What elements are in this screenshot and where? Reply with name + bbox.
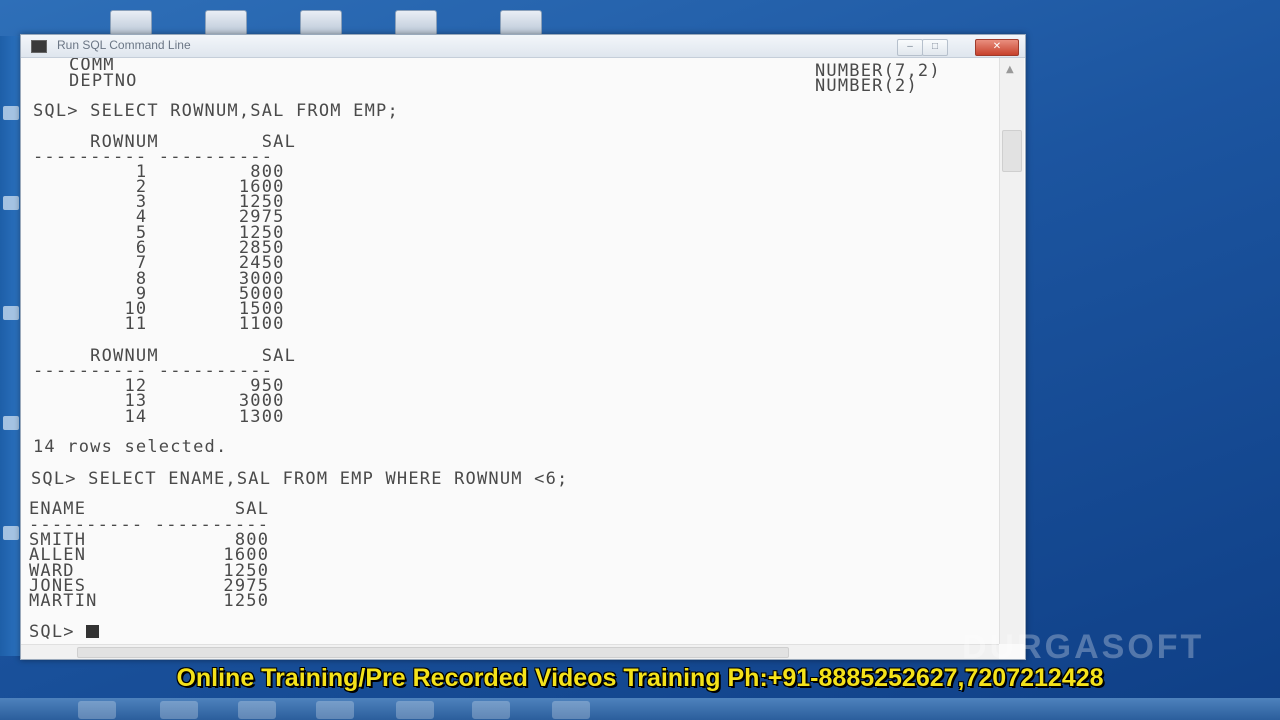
sql-prompt: SQL>: [29, 622, 87, 642]
taskbar-app-icon[interactable]: [316, 701, 354, 719]
console-output[interactable]: COMM DEPTNO NUMBER(7,2) NUMBER(2) SQL> SELEC…: [21, 58, 999, 644]
desktop-shortcut-icon[interactable]: [3, 106, 19, 120]
desktop-shortcut-icon[interactable]: [110, 10, 152, 36]
vertical-scrollbar[interactable]: ▲: [999, 58, 1024, 644]
taskbar-chrome-icon[interactable]: [78, 701, 116, 719]
desktop-shortcut-icon[interactable]: [205, 10, 247, 36]
horizontal-scroll-thumb[interactable]: [77, 647, 789, 658]
taskbar: [0, 698, 1280, 720]
window-title: Run SQL Command Line: [57, 38, 191, 52]
sql-command-window[interactable]: Run SQL Command Line – □ ✕ COMM DEPTNO NUM…: [20, 34, 1026, 660]
desktop-left-strip: [0, 36, 22, 656]
desktop-shortcut-icon[interactable]: [500, 10, 542, 36]
taskbar-explorer-icon[interactable]: [238, 701, 276, 719]
close-button[interactable]: ✕: [975, 39, 1019, 56]
desktop-shortcut-icon[interactable]: [300, 10, 342, 36]
text-cursor: [86, 625, 100, 638]
desktop-shortcut-icon[interactable]: [3, 196, 19, 210]
vertical-scroll-thumb[interactable]: [1002, 130, 1022, 172]
taskbar-sql-icon[interactable]: [472, 701, 510, 719]
desktop-shortcut-icon[interactable]: [395, 10, 437, 36]
taskbar-ie-icon[interactable]: [160, 701, 198, 719]
promo-banner: Online Training/Pre Recorded Videos Trai…: [176, 664, 1104, 692]
console-line: 14 rows selected.: [33, 437, 228, 457]
desktop-shortcut-icon[interactable]: [3, 416, 19, 430]
taskbar-app-icon[interactable]: [552, 701, 590, 719]
horizontal-scrollbar[interactable]: [21, 644, 999, 659]
desktop-icon-strip: [0, 0, 1280, 36]
desktop-shortcut-icon[interactable]: [3, 306, 19, 320]
console-app-icon: [31, 40, 47, 53]
minimize-button[interactable]: –: [897, 39, 923, 56]
console-line: MARTIN 1250: [29, 591, 270, 611]
console-line: 14 1300: [33, 407, 285, 427]
title-bar[interactable]: Run SQL Command Line – □ ✕: [21, 35, 1025, 58]
console-line: 11 1100: [33, 314, 285, 334]
console-line: SQL> SELECT ROWNUM,SAL FROM EMP;: [33, 101, 399, 121]
taskbar-firefox-icon[interactable]: [396, 701, 434, 719]
scroll-up-arrow-icon[interactable]: ▲: [1006, 64, 1014, 75]
maximize-button[interactable]: □: [922, 39, 948, 56]
console-line: SQL> SELECT ENAME,SAL FROM EMP WHERE ROW…: [31, 469, 569, 489]
sql-prompt-line[interactable]: SQL>: [29, 622, 100, 642]
console-line: DEPTNO: [69, 71, 138, 91]
desktop-shortcut-icon[interactable]: [3, 526, 19, 540]
console-line: NUMBER(2): [815, 76, 918, 96]
